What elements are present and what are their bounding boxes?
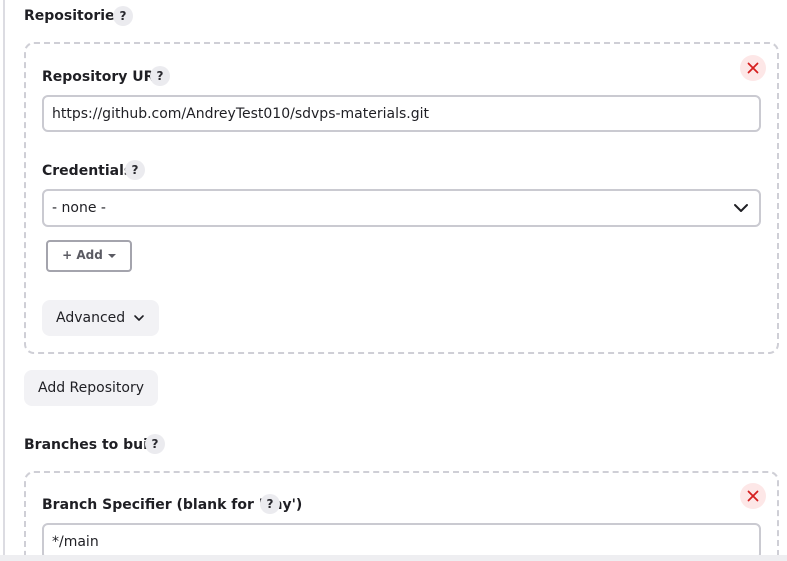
delete-repository-button[interactable] [740,55,766,81]
add-credentials-button[interactable]: + Add [46,240,132,272]
chevron-down-icon [134,315,144,321]
credentials-help-button[interactable]: ? [125,160,145,180]
branches-title: Branches to build [24,437,163,453]
bottom-divider [0,555,787,561]
repository-url-input[interactable]: https://github.com/AndreyTest010/sdvps-m… [42,95,761,132]
close-icon [747,490,759,502]
delete-branch-button[interactable] [740,483,766,509]
page: Repositories ? Repository URL ? https://… [0,0,787,561]
caret-down-icon [107,253,116,258]
section-left-rule [3,0,5,561]
repositories-title: Repositories [24,8,123,24]
add-repository-button[interactable]: Add Repository [24,370,158,406]
branch-specifier-help-button[interactable]: ? [260,494,280,514]
credentials-selected-value: - none - [52,200,106,216]
credentials-select[interactable]: - none - [42,189,761,227]
advanced-button[interactable]: Advanced [42,300,160,336]
add-credentials-label: + Add [62,248,103,262]
chevron-down-icon [734,204,748,212]
repository-url-label: Repository URL [42,69,164,85]
branches-help-button[interactable]: ? [145,434,165,454]
close-icon [747,62,759,74]
repositories-help-button[interactable]: ? [113,6,133,26]
credentials-label: Credentials [42,163,133,179]
repository-url-help-button[interactable]: ? [150,66,170,86]
advanced-label: Advanced [56,310,126,326]
